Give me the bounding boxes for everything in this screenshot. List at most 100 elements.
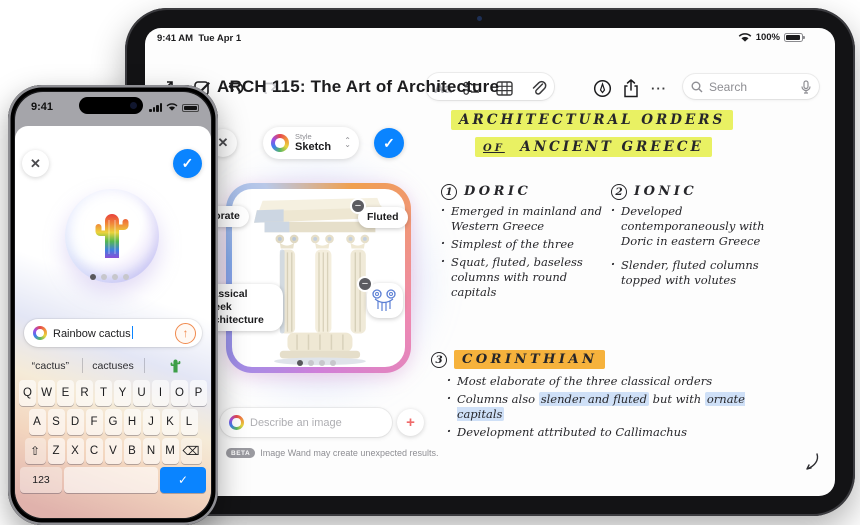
- chevron-up-down-icon: ⌃ ⌄: [344, 139, 351, 148]
- search-icon: [691, 81, 703, 93]
- suggestion-cactus-emoji[interactable]: [144, 354, 207, 377]
- style-label: Style: [295, 133, 338, 141]
- iphone-status-icons: [149, 103, 199, 112]
- style-picker[interactable]: Style Sketch ⌃ ⌄: [263, 127, 359, 159]
- image-page-dots[interactable]: [297, 360, 336, 366]
- keyboard-row-4: 123 ✓: [18, 467, 208, 493]
- key-V[interactable]: V: [105, 438, 122, 464]
- dynamic-island: [79, 97, 143, 114]
- describe-placeholder: Describe an image: [250, 417, 342, 429]
- iphone-time: 9:41: [31, 101, 53, 113]
- key-O[interactable]: O: [171, 380, 188, 406]
- ipad-device: 9:41 AM Tue Apr 1 100% Aa: [125, 8, 855, 516]
- section-doric: 1DORIC Emerged in mainland and Western G…: [441, 180, 609, 303]
- section-corinthian: 3CORINTHIAN Most elaborate of the three …: [431, 348, 781, 443]
- ipad-status-right: 100%: [738, 32, 803, 43]
- key-Y[interactable]: Y: [114, 380, 131, 406]
- search-field[interactable]: Search: [683, 74, 819, 99]
- cactus-emoji-icon: [169, 358, 182, 374]
- section-ionic: 2IONIC Developed contemporaneously with …: [611, 180, 791, 291]
- text-cursor: [132, 326, 134, 339]
- key-X[interactable]: X: [67, 438, 84, 464]
- accept-image-button[interactable]: ✓: [374, 128, 404, 158]
- dictate-icon[interactable]: [801, 80, 811, 94]
- keyboard-row-2: ASDFGHJKL: [18, 409, 208, 435]
- key-D[interactable]: D: [67, 409, 84, 435]
- key-M[interactable]: M: [162, 438, 179, 464]
- style-value: Sketch: [295, 141, 338, 153]
- markup-button[interactable]: [593, 76, 612, 100]
- numbers-key[interactable]: 123: [20, 467, 62, 493]
- image-playground-icon: [33, 326, 47, 340]
- key-P[interactable]: P: [190, 380, 207, 406]
- search-placeholder: Search: [709, 80, 795, 94]
- ipad-time: 9:41 AM: [157, 33, 193, 44]
- capital-sketch-icon: [369, 285, 399, 315]
- key-J[interactable]: J: [143, 409, 160, 435]
- iphone-device: 9:41 ✕ ✓: [8, 85, 218, 525]
- more-options-button[interactable]: ···: [651, 76, 667, 100]
- key-K[interactable]: K: [162, 409, 179, 435]
- suggestion-cactuses[interactable]: cactuses: [82, 354, 145, 377]
- style-swirl-icon: [271, 134, 289, 152]
- genmoji-sheet: ✕ ✓: [15, 126, 211, 518]
- share-button[interactable]: [623, 76, 639, 100]
- keyboard-row-1: QWERTYUIOP: [18, 380, 208, 406]
- space-key[interactable]: [64, 467, 158, 493]
- remove-sketch-button[interactable]: −: [357, 276, 373, 292]
- rainbow-cactus-image: [90, 210, 134, 262]
- key-W[interactable]: W: [38, 380, 55, 406]
- key-E[interactable]: E: [57, 380, 74, 406]
- attach-button[interactable]: [530, 76, 547, 100]
- key-N[interactable]: N: [143, 438, 160, 464]
- battery-icon: [182, 104, 199, 112]
- tag-sketch-thumbnail[interactable]: [367, 283, 403, 318]
- describe-image-field[interactable]: Describe an image: [220, 408, 392, 437]
- row3-letters: ZXCVBNM: [48, 438, 179, 464]
- key-B[interactable]: B: [124, 438, 141, 464]
- tag-fluted[interactable]: Fluted: [358, 207, 408, 228]
- key-F[interactable]: F: [86, 409, 103, 435]
- confirm-genmoji-button[interactable]: ✓: [173, 149, 202, 178]
- add-prompt-button[interactable]: +: [397, 409, 424, 436]
- key-G[interactable]: G: [105, 409, 122, 435]
- genmoji-preview-bubble: [65, 189, 159, 283]
- key-H[interactable]: H: [124, 409, 141, 435]
- key-I[interactable]: I: [152, 380, 169, 406]
- handwriting-stroke: [801, 452, 823, 474]
- genmoji-prompt-field[interactable]: Rainbow cactus ↑: [24, 319, 202, 347]
- prompt-text: Rainbow cactus: [53, 326, 169, 340]
- key-R[interactable]: R: [76, 380, 93, 406]
- return-key[interactable]: ✓: [160, 467, 206, 493]
- backspace-key[interactable]: ⌫: [181, 438, 202, 464]
- heading-ancient-greece: OF ANCIENT GREECE: [475, 139, 712, 155]
- key-A[interactable]: A: [29, 409, 46, 435]
- genmoji-screen: 9:41 ✕ ✓: [15, 92, 211, 518]
- key-U[interactable]: U: [133, 380, 150, 406]
- suggestion-cactus-quoted[interactable]: “cactus”: [19, 354, 82, 377]
- battery-icon: [784, 33, 803, 42]
- ipad-status-left: 9:41 AM Tue Apr 1: [157, 33, 241, 44]
- notes-app-screen: 9:41 AM Tue Apr 1 100% Aa: [145, 28, 835, 496]
- remove-fluted-button[interactable]: −: [350, 198, 366, 214]
- key-Z[interactable]: Z: [48, 438, 65, 464]
- key-T[interactable]: T: [95, 380, 112, 406]
- ipad-camera: [477, 16, 482, 21]
- keyboard-suggestions: “cactus” cactuses: [19, 354, 207, 377]
- keyboard-row-3: ⇧ ZXCVBNM ⌫: [18, 438, 208, 464]
- image-playground-icon: [229, 415, 244, 430]
- note-title: ARCH 115: The Art of Architecture: [217, 77, 499, 97]
- image-wand-disclaimer: BETA Image Wand may create unexpected re…: [226, 448, 438, 458]
- wifi-icon: [738, 33, 752, 43]
- key-S[interactable]: S: [48, 409, 65, 435]
- shift-key[interactable]: ⇧: [25, 438, 46, 464]
- cellular-icon: [149, 103, 162, 112]
- genmoji-page-dots[interactable]: [90, 274, 129, 280]
- ipad-date: Tue Apr 1: [198, 33, 241, 44]
- close-button[interactable]: ✕: [22, 150, 49, 177]
- key-L[interactable]: L: [181, 409, 198, 435]
- generate-button[interactable]: ↑: [175, 323, 196, 344]
- key-Q[interactable]: Q: [19, 380, 36, 406]
- key-C[interactable]: C: [86, 438, 103, 464]
- heading-architectural-orders: ARCHITECTURAL ORDERS: [451, 112, 733, 128]
